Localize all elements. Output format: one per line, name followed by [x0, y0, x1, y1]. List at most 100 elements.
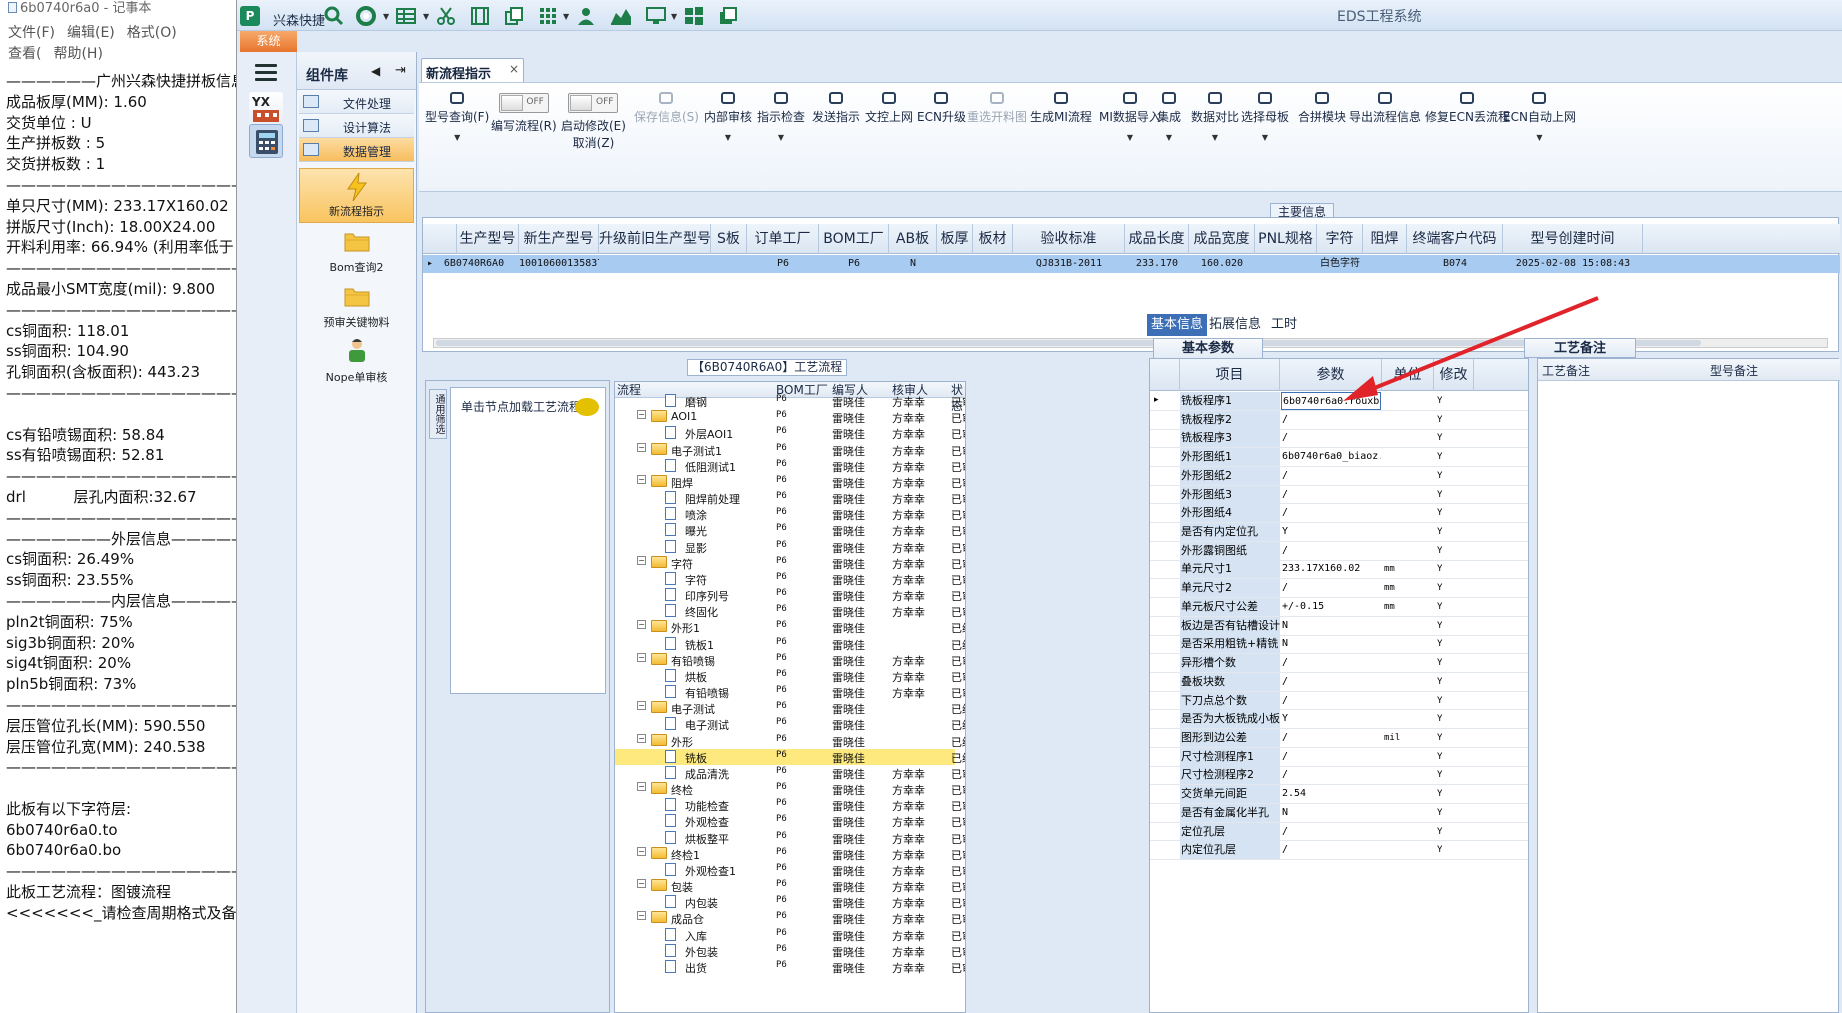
table-row[interactable]: 板边是否有钻槽设计 N Y	[1150, 616, 1528, 636]
column-header[interactable]: 生产型号	[457, 224, 519, 254]
area-chart-icon[interactable]	[609, 5, 633, 27]
grid-cell[interactable]	[711, 255, 747, 273]
column-header[interactable]: 字符	[1317, 224, 1363, 254]
list-item[interactable]: 有铅喷锡 P6 雷晓佳 方幸幸 已审核	[615, 684, 965, 700]
list-item[interactable]: 电子测试 P6 雷晓佳 已编写	[615, 716, 965, 732]
dropdown-arrow-icon[interactable]: ▼	[383, 5, 389, 27]
param-value-cell[interactable]: 6b0740r6a0_biaoz...	[1281, 448, 1381, 466]
list-item[interactable]: 铣板1 P6 雷晓佳 已编写	[615, 636, 965, 652]
toggle-switch[interactable]: OFF	[498, 93, 549, 113]
system-tab[interactable]: 系统	[240, 31, 297, 52]
list-item[interactable]: 功能检查 P6 雷晓佳 方幸幸 已审核	[615, 797, 965, 813]
param-value-cell[interactable]: /	[1281, 766, 1381, 784]
list-item[interactable]: − 电子测试 P6 雷晓佳 已编写	[615, 700, 965, 716]
table-row[interactable]: 是否为大板铣成小板 Y Y	[1150, 710, 1528, 730]
grid-icon[interactable]	[537, 5, 559, 27]
notepad-menu-item[interactable]: 文件(F)	[8, 25, 55, 41]
table-row[interactable]: 是否有金属化半孔 N Y	[1150, 803, 1528, 823]
collapse-toggle-icon[interactable]: −	[637, 733, 646, 743]
table-row[interactable]: 外形露铜图纸 / Y	[1150, 541, 1528, 561]
param-value-cell[interactable]: /	[1281, 673, 1381, 691]
grid-cell[interactable]: 160.020	[1189, 255, 1255, 273]
param-value-cell[interactable]: 2.54	[1281, 785, 1381, 803]
collapse-toggle-icon[interactable]: −	[637, 652, 646, 662]
bom-query-tool[interactable]: Bom查询2	[297, 223, 416, 278]
grid-cell[interactable]	[937, 255, 973, 273]
grid-cell[interactable]: B074	[1407, 255, 1503, 273]
grid-cell[interactable]: QJ831B-2011	[1013, 255, 1125, 273]
ribbon-button[interactable]: OFF 编写流程(R)	[491, 93, 557, 134]
lib-file-processing-button[interactable]: 文件处理	[299, 90, 414, 114]
dropdown-arrow-icon[interactable]: ▼	[563, 5, 569, 27]
table-icon[interactable]	[395, 5, 417, 27]
list-item[interactable]: − 外形 P6 雷晓佳 已编写	[615, 733, 965, 749]
table-row[interactable]: 外形图纸16b0740r6a0_biaoz... Y	[1150, 448, 1528, 468]
column-header[interactable]: 升级前旧生产型号	[599, 224, 711, 254]
list-item[interactable]: 烘板整平 P6 雷晓佳 方幸幸 已审核	[615, 830, 965, 846]
column-header[interactable]: 板材	[973, 224, 1013, 254]
grid-cell[interactable]	[973, 255, 1013, 273]
param-value-cell[interactable]: Y	[1281, 523, 1381, 541]
collapse-toggle-icon[interactable]: −	[637, 782, 646, 792]
notepad-menu-item[interactable]: 编辑(E)	[67, 25, 115, 41]
param-value-cell[interactable]: /	[1281, 841, 1381, 859]
collapse-toggle-icon[interactable]: −	[637, 879, 646, 889]
column-header[interactable]: 项目	[1180, 359, 1280, 391]
list-item[interactable]: 字符 P6 雷晓佳 方幸幸 已审核	[615, 571, 965, 587]
notepad-menu-item[interactable]: 格式(O)	[127, 25, 177, 41]
collapse-toggle-icon[interactable]: −	[637, 701, 646, 711]
list-item[interactable]: − 成品仓 P6 雷晓佳 方幸幸 已审核	[615, 910, 965, 926]
user-icon[interactable]	[575, 5, 597, 27]
column-header[interactable]: AB板	[889, 224, 937, 254]
column-header[interactable]: 新生产型号	[519, 224, 599, 254]
tab-basic-params[interactable]: 基本参数	[1153, 338, 1263, 358]
windows-icon[interactable]	[683, 5, 705, 27]
notepad-text-area[interactable]: ——————广州兴森快捷拼板信息—————— 成品板厚(MM): 1.60 交货单位…	[0, 71, 236, 924]
dropdown-arrow-icon[interactable]: ▼	[671, 5, 677, 27]
table-row[interactable]: 单元尺寸1 233.17X160.02 mm Y	[1150, 560, 1528, 580]
table-row[interactable]: 叠板块数 / Y	[1150, 672, 1528, 692]
table-row[interactable]: 铣板程序3/ Y	[1150, 429, 1528, 449]
column-header[interactable]: 型号创建时间	[1503, 224, 1643, 254]
param-value-cell[interactable]: /	[1281, 467, 1381, 485]
grid-cell[interactable]: N	[889, 255, 937, 273]
table-row[interactable]: 是否有内定位孔 Y Y	[1150, 523, 1528, 542]
column-header[interactable]: 单位	[1382, 359, 1434, 391]
remarks-grid[interactable]: 工艺备注 型号备注	[1537, 358, 1840, 1013]
grid-cell[interactable]: 6B0740R6A0	[429, 255, 519, 273]
table-row[interactable]: 下刀点总个数 / Y	[1150, 691, 1528, 711]
list-item[interactable]: − 终检 P6 雷晓佳 方幸幸 已审核	[615, 781, 965, 797]
notepad-menu-item[interactable]: 帮助(H)	[53, 46, 102, 62]
info-tab[interactable]: 拓展信息	[1205, 314, 1265, 336]
basic-params-grid[interactable]: 项目 参数 单位 修改 ▸ 铣板程序1 6b0740r6a0.rouxb Y 铣板程序2/Y 铣…	[1149, 358, 1529, 1013]
film-icon[interactable]	[469, 5, 491, 27]
column-header[interactable]: 成品长度	[1125, 224, 1189, 254]
grid-cell[interactable]: P6	[819, 255, 889, 273]
ribbon-button[interactable]: ECN升级	[917, 91, 966, 125]
dropdown-arrow-icon[interactable]: ▼	[1503, 133, 1576, 142]
column-header[interactable]: 成品宽度	[1189, 224, 1255, 254]
list-item[interactable]: 终固化 P6 雷晓佳 方幸幸 已审核	[615, 603, 965, 619]
list-item[interactable]: − 有铅喷锡 P6 雷晓佳 方幸幸 已审核	[615, 652, 965, 668]
list-item[interactable]: 低阻测试1 P6 雷晓佳 方幸幸 已审核	[615, 458, 965, 474]
ribbon-button[interactable]: 选择母板 ▼	[1241, 91, 1289, 142]
table-row[interactable]: 内定位孔层 / Y	[1150, 841, 1528, 861]
collapse-toggle-icon[interactable]: −	[637, 620, 646, 630]
monitor-icon[interactable]	[645, 5, 667, 27]
tab-new-flow-instruction[interactable]: 新流程指示 ×	[421, 58, 524, 82]
ribbon-button[interactable]: 内部审核 ▼	[704, 91, 752, 142]
column-header[interactable]: 参数	[1280, 359, 1382, 391]
grid-cell[interactable]: 2025-02-08 15:08:43	[1503, 255, 1643, 273]
ribbon-button[interactable]: 数据对比 ▼	[1191, 91, 1239, 142]
ribbon-button[interactable]: ECN自动上网 ▼	[1503, 91, 1576, 142]
table-row[interactable]: 尺寸检测程序1/ Y	[1150, 747, 1528, 767]
list-item[interactable]: − 终检1 P6 雷晓佳 方幸幸 已审核	[615, 846, 965, 862]
ribbon-button[interactable]: 修复ECN丢流程	[1425, 91, 1510, 125]
param-value-cell[interactable]: /	[1281, 579, 1381, 597]
grid-cell[interactable]	[599, 255, 711, 273]
dropdown-arrow-icon[interactable]: ▼	[757, 133, 805, 142]
list-item[interactable]: − 阻焊 P6 雷晓佳 方幸幸 已审核	[615, 474, 965, 490]
param-value-cell[interactable]: N	[1281, 617, 1381, 635]
table-row[interactable]: 图形到边公差 / mil Y	[1150, 728, 1528, 748]
param-value-cell[interactable]: N	[1281, 635, 1381, 653]
